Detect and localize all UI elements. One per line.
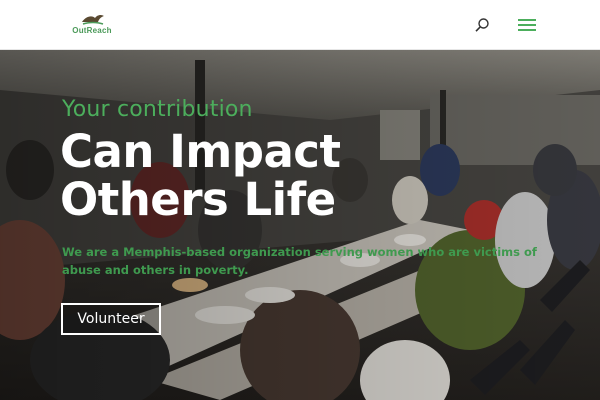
hero-description: We are a Memphis-based organization serv…	[62, 245, 537, 277]
logo-text: OutReach	[72, 26, 112, 35]
hero-title: Can Impact Others Life	[60, 128, 480, 224]
hamburger-menu-icon[interactable]	[518, 17, 536, 33]
search-icon[interactable]	[474, 17, 490, 33]
hero-title-line-2: Others Life	[60, 173, 336, 226]
hero-subtitle: Your contribution	[62, 97, 253, 122]
hero-title-line-1: Can Impact	[60, 125, 341, 178]
outreach-logo[interactable]: OutReach	[70, 12, 114, 40]
logo-bird-icon	[82, 14, 104, 25]
volunteer-button[interactable]: Volunteer	[61, 303, 161, 335]
hero-section: Your contribution Can Impact Others Life…	[0, 50, 600, 400]
site-header: OutReach	[0, 0, 600, 50]
